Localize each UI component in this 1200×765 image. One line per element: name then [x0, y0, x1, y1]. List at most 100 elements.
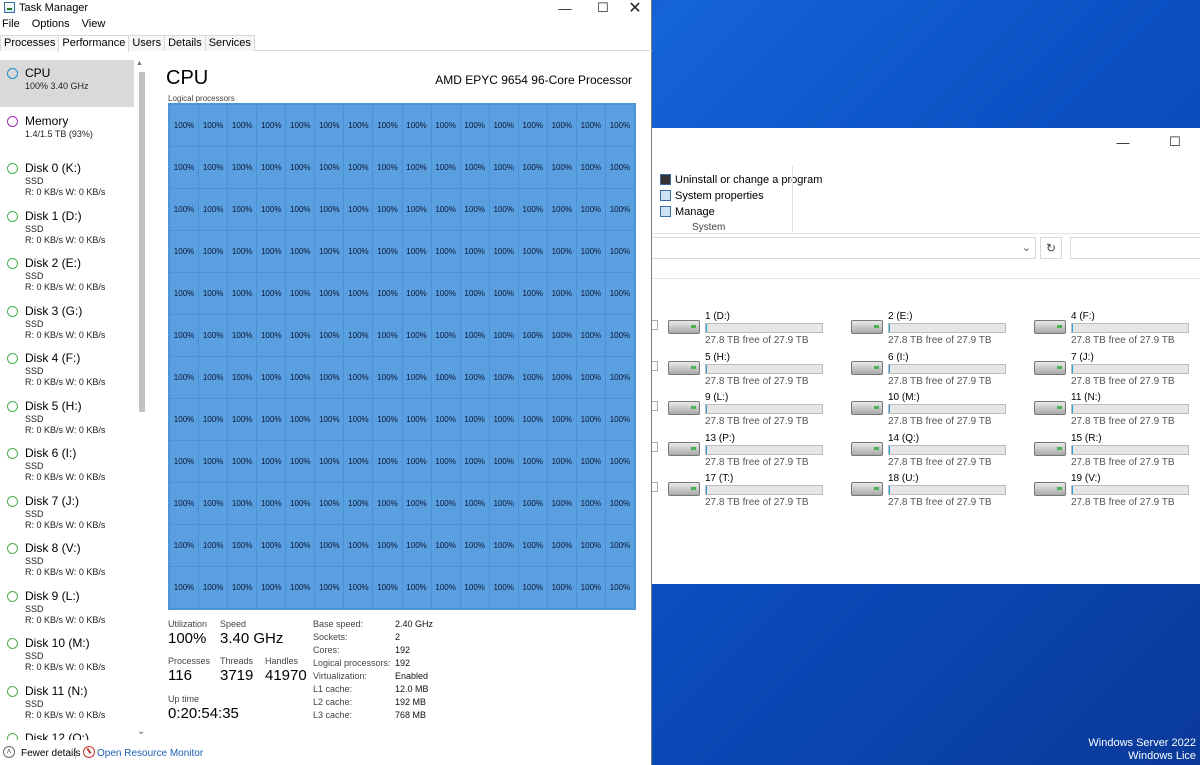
drive-usage-bar	[705, 404, 823, 414]
logical-processor-cell: 100%	[257, 357, 286, 398]
logical-processor-cell: 100%	[286, 273, 315, 314]
sidebar-scrollbar[interactable]: ▲ ⌄	[136, 60, 148, 740]
drive-item[interactable]: 5 (H:) 27.8 TB free of 27.9 TB	[652, 349, 823, 387]
task-manager-titlebar[interactable]: Task Manager — ☐ ✕	[0, 0, 652, 17]
sidebar-item-disk-9-l[interactable]: Disk 9 (L:) SSD R: 0 KB/s W: 0 KB/s	[0, 583, 134, 630]
logical-processor-cell: 100%	[576, 399, 605, 440]
refresh-button[interactable]: ↻	[1040, 237, 1062, 259]
logical-processor-cell: 100%	[489, 441, 518, 482]
sidebar-item-disk-7-j[interactable]: Disk 7 (J:) SSD R: 0 KB/s W: 0 KB/s	[0, 488, 134, 535]
sidebar-item-detail: SSD	[25, 223, 44, 234]
ribbon-system-properties[interactable]: System properties	[660, 188, 764, 203]
sidebar-item-detail: SSD	[25, 318, 44, 329]
drive-checkbox-edge[interactable]	[652, 320, 658, 330]
menu-options[interactable]: Options	[30, 18, 74, 34]
drive-checkbox-edge[interactable]	[652, 482, 658, 492]
explorer-titlebar[interactable]: — ☐	[652, 128, 1200, 150]
scrollbar-thumb[interactable]	[139, 72, 145, 412]
fewer-details-link[interactable]: Fewer details	[21, 748, 80, 759]
drive-checkbox-edge[interactable]	[652, 360, 658, 371]
logical-processor-cell: 100%	[547, 231, 576, 272]
drive-item[interactable]: 10 (M:) 27.8 TB free of 27.9 TB	[835, 389, 1006, 427]
logical-processor-cell: 100%	[460, 357, 489, 398]
close-button[interactable]: ✕	[612, 0, 658, 22]
logical-processor-cell: 100%	[373, 483, 402, 524]
sidebar-item-io: R: 0 KB/s W: 0 KB/s	[25, 187, 106, 197]
explorer-maximize-button[interactable]: ☐	[1152, 128, 1198, 156]
chevron-up-icon[interactable]: ˄	[3, 746, 15, 758]
sidebar-item-disk-3-g[interactable]: Disk 3 (G:) SSD R: 0 KB/s W: 0 KB/s	[0, 298, 134, 345]
menu-file[interactable]: File	[0, 18, 24, 34]
drive-usage-fill	[1072, 445, 1074, 454]
logical-processor-cell: 100%	[605, 273, 634, 314]
processes-value: 116	[168, 667, 192, 684]
logical-processor-cell: 100%	[576, 483, 605, 524]
logical-processor-cell: 100%	[460, 483, 489, 524]
drive-item[interactable]: 18 (U:) 27.8 TB free of 27.9 TB	[835, 470, 1006, 508]
spec-value: 2.40 GHz	[395, 619, 434, 629]
drive-usage-fill	[889, 445, 891, 454]
sidebar-item-disk-5-h[interactable]: Disk 5 (H:) SSD R: 0 KB/s W: 0 KB/s	[0, 393, 134, 440]
logical-processor-cell: 100%	[518, 147, 547, 188]
chevron-down-icon[interactable]: ⌄	[1022, 241, 1031, 254]
sidebar-item-io: R: 0 KB/s W: 0 KB/s	[25, 472, 106, 482]
logical-processor-cell: 100%	[576, 441, 605, 482]
sidebar-item-disk-4-f[interactable]: Disk 4 (F:) SSD R: 0 KB/s W: 0 KB/s	[0, 345, 134, 392]
drive-item[interactable]: 6 (I:) 27.8 TB free of 27.9 TB	[835, 349, 1006, 387]
drive-item[interactable]: 13 (P:) 27.8 TB free of 27.9 TB	[652, 430, 823, 468]
drive-item[interactable]: 19 (V:) 27.8 TB free of 27.9 TB	[1018, 470, 1189, 508]
sidebar-item-disk-6-i[interactable]: Disk 6 (I:) SSD R: 0 KB/s W: 0 KB/s	[0, 440, 134, 487]
tab-services[interactable]: Services	[204, 35, 255, 51]
drive-item[interactable]: 7 (J:) 27.8 TB free of 27.9 TB	[1018, 349, 1189, 387]
drive-item[interactable]: 11 (N:) 27.8 TB free of 27.9 TB	[1018, 389, 1189, 427]
file-explorer-window[interactable]: — ☐ Uninstall or change a program System …	[652, 128, 1200, 584]
logical-processor-cell: 100%	[402, 567, 431, 608]
drive-usage-bar	[705, 323, 823, 333]
drive-item[interactable]: 2 (E:) 27.8 TB free of 27.9 TB	[835, 308, 1006, 346]
tab-users[interactable]: Users	[128, 35, 166, 51]
tab-performance[interactable]: Performance	[58, 35, 130, 52]
explorer-minimize-button[interactable]: —	[1100, 128, 1146, 156]
footer-separator	[75, 747, 76, 759]
logical-processor-cell: 100%	[199, 441, 228, 482]
drive-checkbox-edge[interactable]	[652, 441, 658, 452]
drive-item[interactable]: 15 (R:) 27.8 TB free of 27.9 TB	[1018, 430, 1189, 468]
sidebar-item-detail: SSD	[25, 651, 44, 661]
logical-processor-cell: 100%	[257, 315, 286, 356]
open-resource-monitor-link[interactable]: Open Resource Monitor	[97, 748, 203, 759]
tab-details[interactable]: Details	[164, 35, 206, 51]
search-input[interactable]	[1070, 237, 1200, 259]
drive-item[interactable]: 9 (L:) 27.8 TB free of 27.9 TB	[652, 389, 823, 427]
logical-processor-cell: 100%	[518, 273, 547, 314]
logical-processors-grid[interactable]: 100% 100% 100% 100% 100% 100% 100% 100% 100% 100%…	[168, 103, 636, 610]
sidebar-item-disk-10-m[interactable]: Disk 10 (M:) SSD R: 0 KB/s W: 0 KB/s	[0, 630, 134, 677]
address-bar[interactable]: ⌄	[652, 237, 1036, 259]
logical-processor-cell: 100%	[199, 231, 228, 272]
menu-view[interactable]: View	[80, 18, 110, 34]
ribbon-uninstall-or-change-a-program[interactable]: Uninstall or change a program	[660, 172, 822, 187]
resource-monitor-icon[interactable]	[83, 746, 95, 758]
hard-drive-icon	[851, 320, 883, 334]
sidebar-item-disk-2-e[interactable]: Disk 2 (E:) SSD R: 0 KB/s W: 0 KB/s	[0, 250, 134, 297]
sidebar-item-cpu[interactable]: CPU 100% 3.40 GHz	[0, 60, 134, 107]
drive-item[interactable]: 4 (F:) 27.8 TB free of 27.9 TB	[1018, 308, 1189, 346]
sidebar-item-memory[interactable]: Memory 1.4/1.5 TB (93%)	[0, 108, 134, 155]
tab-processes[interactable]: Processes	[0, 35, 60, 51]
logical-processor-cell: 100%	[286, 399, 315, 440]
sidebar-item-disk-11-n[interactable]: Disk 11 (N:) SSD R: 0 KB/s W: 0 KB/s	[0, 678, 134, 725]
chevron-down-icon[interactable]: ⌄	[137, 726, 145, 737]
drive-item[interactable]: 14 (Q:) 27.8 TB free of 27.9 TB	[835, 430, 1006, 468]
sidebar-item-io: R: 0 KB/s W: 0 KB/s	[25, 709, 106, 720]
drive-item[interactable]: 17 (T:) 27.8 TB free of 27.9 TB	[652, 470, 823, 508]
sidebar-item-disk-8-v[interactable]: Disk 8 (V:) SSD R: 0 KB/s W: 0 KB/s	[0, 535, 134, 582]
sidebar-item-disk-1-d[interactable]: Disk 1 (D:) SSD R: 0 KB/s W: 0 KB/s	[0, 203, 134, 250]
logical-processor-cell: 100%	[286, 189, 315, 230]
ribbon-manage[interactable]: Manage	[660, 204, 715, 219]
scroll-up-icon[interactable]: ▲	[136, 60, 143, 67]
sidebar-item-disk-12-o[interactable]: Disk 12 (O:)SSDR: 0 KB/s W: 0 KB/s	[0, 725, 134, 740]
sidebar-item-disk-0-k[interactable]: Disk 0 (K:) SSD R: 0 KB/s W: 0 KB/s	[0, 155, 134, 202]
drive-item[interactable]: 1 (D:) 27.8 TB free of 27.9 TB	[652, 308, 823, 346]
drive-checkbox-edge[interactable]	[652, 401, 658, 411]
task-manager-window[interactable]: Task Manager — ☐ ✕ File Options View Proce…	[0, 0, 652, 765]
logical-processor-cell: 100%	[286, 483, 315, 524]
